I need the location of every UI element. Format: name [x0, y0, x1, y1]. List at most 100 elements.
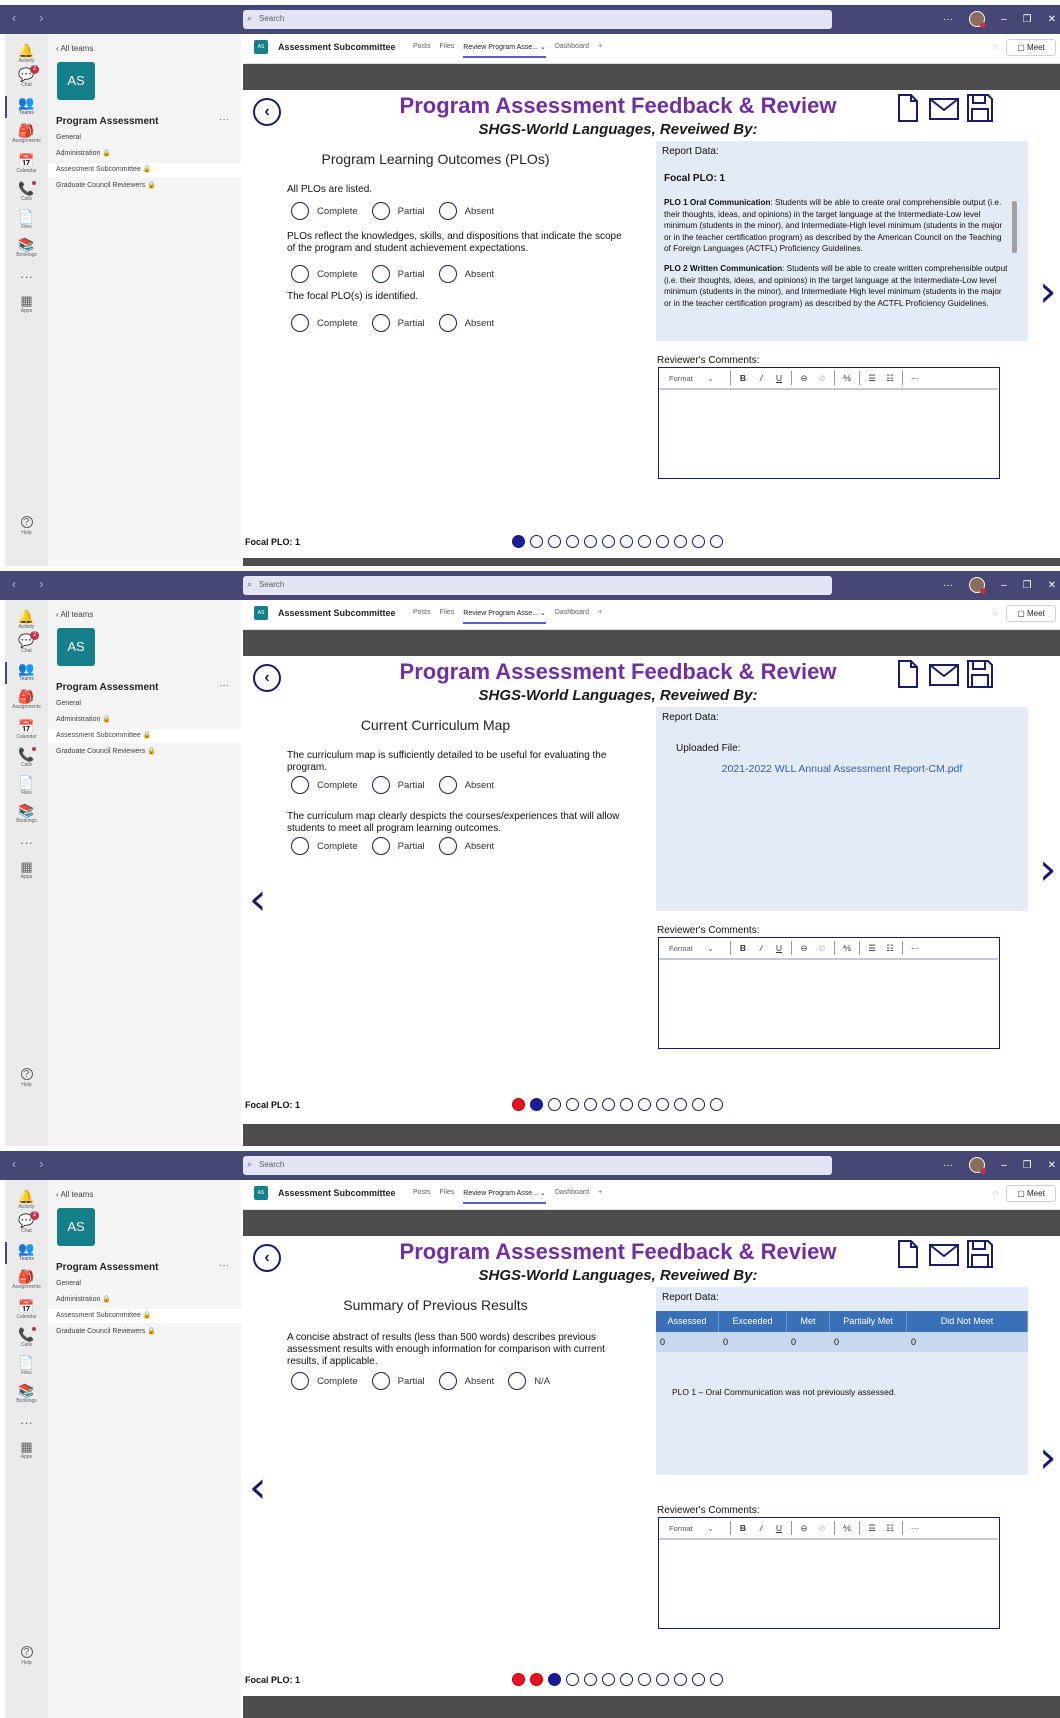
rail-bookings[interactable]: 📚 Bookings [5, 238, 48, 259]
rail-calls[interactable]: 📞 Calls [5, 747, 48, 769]
rail-activity[interactable]: 🔔 Activity [5, 610, 48, 631]
page-dot[interactable] [584, 1098, 597, 1111]
rail-more[interactable]: ··· [5, 1416, 48, 1430]
rail-activity[interactable]: 🔔 Activity [5, 1190, 48, 1211]
rail-calls[interactable]: 📞 Calls [5, 1327, 48, 1349]
rail-assignments[interactable]: 🎒 Assignments [5, 124, 48, 145]
radio-option[interactable]: Complete [291, 265, 358, 283]
italic-button[interactable]: / [752, 373, 770, 383]
conversation-icon[interactable]: ◌ [993, 1188, 998, 1198]
channel-item[interactable]: Administration 🔒 [48, 1293, 241, 1307]
radio-option[interactable]: Complete [291, 837, 358, 855]
more-options-icon[interactable]: ··· [906, 943, 924, 953]
history-arrows[interactable]: ‹ › [12, 577, 53, 591]
format-dropdown[interactable]: Format ⌄ [659, 374, 727, 383]
channel-item[interactable]: General [48, 131, 241, 145]
header-tab[interactable]: Files [440, 1189, 455, 1204]
underline-button[interactable]: U [770, 373, 788, 383]
back-button[interactable]: ‹ [253, 98, 281, 126]
help-button[interactable]: ? Help [5, 1064, 48, 1088]
bold-button[interactable]: B [734, 373, 752, 383]
rail-teams[interactable]: 👥 Teams [5, 662, 48, 684]
rail-files[interactable]: 📄 Files [5, 210, 48, 231]
rail-apps[interactable]: ▦ Apps [5, 294, 48, 315]
channel-item[interactable]: Assessment Subcommittee 🔒 [48, 163, 241, 177]
page-dot[interactable] [638, 1673, 651, 1686]
italic-button[interactable]: / [752, 1523, 770, 1533]
radio-option[interactable]: Complete [291, 1372, 358, 1390]
all-teams-link[interactable]: ‹ All teams [56, 610, 93, 619]
team-more-icon[interactable]: ··· [219, 114, 229, 125]
clear-format-icon[interactable]: ⅍ [838, 943, 856, 953]
page-dot[interactable] [512, 1673, 525, 1686]
format-dropdown[interactable]: Format ⌄ [659, 1524, 727, 1533]
meet-button[interactable]: ▢ Meet [1006, 605, 1056, 622]
channel-item[interactable]: Assessment Subcommittee 🔒 [48, 729, 241, 743]
unlink-icon[interactable]: ⊘ [813, 1523, 831, 1534]
rail-chat[interactable]: 💬 Chat 2 [5, 1211, 48, 1235]
rail-assignments[interactable]: 🎒 Assignments [5, 1270, 48, 1291]
page-dot[interactable] [674, 535, 687, 548]
history-arrows[interactable]: ‹ › [12, 1157, 53, 1171]
page-dot[interactable] [530, 1673, 543, 1686]
rail-calls[interactable]: 📞 Calls [5, 181, 48, 203]
radio-option[interactable]: Absent [438, 265, 494, 283]
link-icon[interactable]: ⊖ [795, 373, 813, 384]
more-icon[interactable]: ··· [943, 14, 953, 25]
underline-button[interactable]: U [770, 943, 788, 953]
close-icon[interactable]: ✕ [1048, 580, 1056, 591]
bullet-list-icon[interactable]: ☰ [863, 943, 881, 954]
radio-option[interactable]: Partial [371, 837, 425, 855]
unlink-icon[interactable]: ⊘ [813, 373, 831, 384]
search-input[interactable]: ⌕ Search [243, 1156, 832, 1175]
team-more-icon[interactable]: ··· [219, 680, 229, 691]
header-tab[interactable]: Review Program Asse... ⌄ [463, 1189, 546, 1204]
radio-option[interactable]: Absent [438, 776, 494, 794]
page-dot[interactable] [674, 1673, 687, 1686]
close-icon[interactable]: ✕ [1048, 1160, 1056, 1171]
rail-more[interactable]: ··· [5, 270, 48, 284]
previous-arrow-icon[interactable]: ‹ [249, 1466, 267, 1510]
radio-option[interactable]: Absent [438, 314, 494, 332]
radio-option[interactable]: Partial [371, 202, 425, 220]
bullet-list-icon[interactable]: ☰ [863, 1523, 881, 1534]
clear-format-icon[interactable]: ⅍ [838, 373, 856, 383]
header-tab[interactable]: Posts [413, 1189, 431, 1204]
maximize-icon[interactable]: ❐ [1023, 14, 1032, 25]
bold-button[interactable]: B [734, 943, 752, 953]
page-dot[interactable] [692, 1098, 705, 1111]
header-tab[interactable]: Dashboard [555, 43, 589, 58]
page-dot[interactable] [602, 1673, 615, 1686]
rail-calendar[interactable]: 📅 Calendar [5, 720, 48, 741]
help-button[interactable]: ? Help [5, 1642, 48, 1666]
rail-more[interactable]: ··· [5, 836, 48, 850]
numbered-list-icon[interactable]: ☷ [881, 943, 899, 954]
channel-item[interactable]: Graduate Council Reviewers 🔒 [48, 745, 241, 759]
search-input[interactable]: ⌕ Search [243, 576, 832, 595]
header-tab[interactable]: + [598, 1189, 602, 1204]
page-dot[interactable] [566, 1673, 579, 1686]
header-tab[interactable]: Dashboard [555, 1189, 589, 1204]
help-button[interactable]: ? Help [5, 512, 48, 536]
radio-option[interactable]: Partial [371, 1372, 425, 1390]
channel-item[interactable]: Administration 🔒 [48, 713, 241, 727]
radio-option[interactable]: Partial [371, 265, 425, 283]
radio-option[interactable]: Absent [438, 837, 494, 855]
meet-button[interactable]: ▢ Meet [1006, 1185, 1056, 1202]
header-tab[interactable]: Review Program Asse... ⌄ [463, 609, 546, 624]
page-dot[interactable] [548, 535, 561, 548]
more-icon[interactable]: ··· [943, 580, 953, 591]
page-dot[interactable] [710, 1098, 723, 1111]
save-icon[interactable] [967, 94, 993, 122]
radio-option[interactable]: Partial [371, 314, 425, 332]
back-button[interactable]: ‹ [253, 1244, 281, 1272]
page-dot[interactable] [620, 535, 633, 548]
rail-calendar[interactable]: 📅 Calendar [5, 1300, 48, 1321]
document-icon[interactable] [897, 660, 919, 688]
scrollbar-thumb[interactable] [1012, 201, 1017, 253]
radio-option[interactable]: Absent [438, 202, 494, 220]
rail-teams[interactable]: 👥 Teams [5, 96, 48, 118]
rail-files[interactable]: 📄 Files [5, 1356, 48, 1377]
clear-format-icon[interactable]: ⅍ [838, 1523, 856, 1533]
more-options-icon[interactable]: ··· [906, 1523, 924, 1533]
